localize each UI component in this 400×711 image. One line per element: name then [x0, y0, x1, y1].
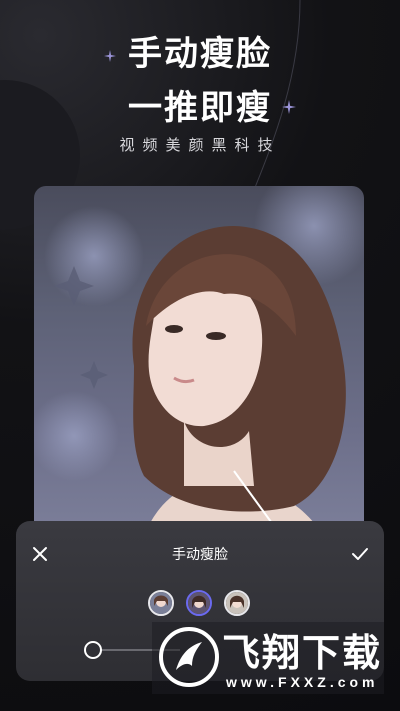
- headline-line-1: 手动瘦脸: [128, 34, 272, 74]
- brush-size-slider-knob[interactable]: [84, 641, 102, 659]
- watermark-url: www.FXXZ.com: [226, 674, 379, 690]
- tagline: 视频美颜黑科技: [119, 136, 281, 154]
- check-icon[interactable]: [350, 544, 370, 564]
- watermark-title: 飞翔下载: [222, 633, 383, 675]
- headline-line-2: 一推即瘦: [128, 88, 272, 128]
- face-thumbnail-3[interactable]: [224, 590, 250, 616]
- face-thumbnail-2[interactable]: [186, 590, 212, 616]
- panel-title: 手动瘦脸: [172, 547, 228, 563]
- face-thumbnail-1[interactable]: [148, 590, 174, 616]
- portrait-illustration: [34, 186, 364, 536]
- app-screen: 手动瘦脸 一推即瘦 视频美颜黑科技 手动瘦脸 飞翔下载 www.FXXZ.com: [0, 0, 400, 711]
- watermark-logo-icon: [159, 627, 219, 687]
- portrait-photo: [34, 186, 364, 536]
